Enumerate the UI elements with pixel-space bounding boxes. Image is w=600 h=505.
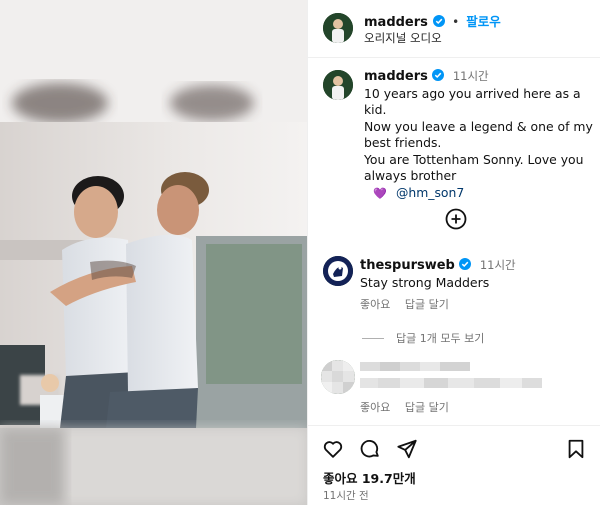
purple-heart-emoji: 💜: [373, 186, 387, 200]
view-replies-button[interactable]: 답글 1개 모두 보기: [362, 330, 484, 346]
author-username[interactable]: madders: [364, 15, 428, 30]
separator-dot: •: [452, 15, 460, 29]
post-actions: 좋아요 19.7만개 11시간 전: [308, 425, 600, 505]
heart-icon[interactable]: [322, 438, 344, 460]
comment-reply-button[interactable]: 답글 달기: [405, 298, 449, 311]
comment-item: thespursweb 11시간 Stay strong Madders 좋아요…: [360, 256, 596, 311]
caption-line: You are Tottenham Sonny. Love you: [364, 151, 584, 167]
post-caption: madders 11시간 10 years ago you arrived he…: [364, 68, 596, 202]
bookmark-icon[interactable]: [565, 438, 587, 460]
avatar-image: [323, 13, 353, 43]
commenter-username[interactable]: thespursweb: [360, 258, 455, 273]
author-avatar[interactable]: [323, 13, 353, 43]
caption-author-avatar[interactable]: [323, 70, 353, 100]
verified-badge-icon: [458, 258, 471, 270]
commenter-avatar[interactable]: [323, 256, 353, 286]
caption-line: 10 years ago you arrived here as a kid.: [364, 85, 581, 118]
comment-like-button[interactable]: 좋아요: [360, 298, 390, 311]
caption-username[interactable]: madders: [364, 69, 428, 84]
comment-reply-button[interactable]: 답글 달기: [405, 401, 449, 414]
verified-badge-icon: [431, 69, 444, 81]
comment-like-button[interactable]: 좋아요: [360, 401, 390, 414]
comment-icon[interactable]: [359, 438, 381, 460]
comment-item: 좋아요 답글 달기: [360, 358, 596, 414]
blurred-commenter-avatar[interactable]: [321, 360, 355, 394]
follow-button[interactable]: 팔로우: [466, 14, 501, 29]
post-header: madders • 팔로우 오리지널 오디오: [308, 0, 600, 58]
paper-plane-icon[interactable]: [396, 438, 418, 460]
avatar-image: [323, 70, 353, 100]
replies-divider: [362, 337, 384, 339]
verified-badge-icon: [433, 15, 445, 27]
likes-count[interactable]: 좋아요 19.7만개: [323, 468, 416, 487]
add-circle-icon[interactable]: [445, 208, 467, 230]
video-frame: [0, 0, 307, 505]
caption-line: best friends.: [364, 135, 442, 150]
caption-line: always brother: [364, 168, 457, 183]
comment-time: 11시간: [479, 258, 516, 272]
comment-text: Stay strong Madders: [360, 275, 490, 290]
caption-time: 11시간: [452, 69, 489, 83]
post-timestamp: 11시간 전: [323, 490, 369, 502]
spurs-logo-icon: [323, 256, 353, 286]
blurred-avatar-image: [321, 360, 355, 394]
post-media[interactable]: [0, 0, 307, 505]
view-replies-label: 답글 1개 모두 보기: [396, 332, 485, 345]
caption-line: Now you leave a legend & one of my: [364, 118, 593, 134]
audio-label[interactable]: 오리지널 오디오: [364, 30, 442, 46]
comments-panel: madders • 팔로우 오리지널 오디오 madders 11시간 10 y…: [307, 0, 600, 505]
pixelated-comment-content: [360, 362, 542, 388]
mention-link[interactable]: @hm_son7: [396, 185, 464, 200]
